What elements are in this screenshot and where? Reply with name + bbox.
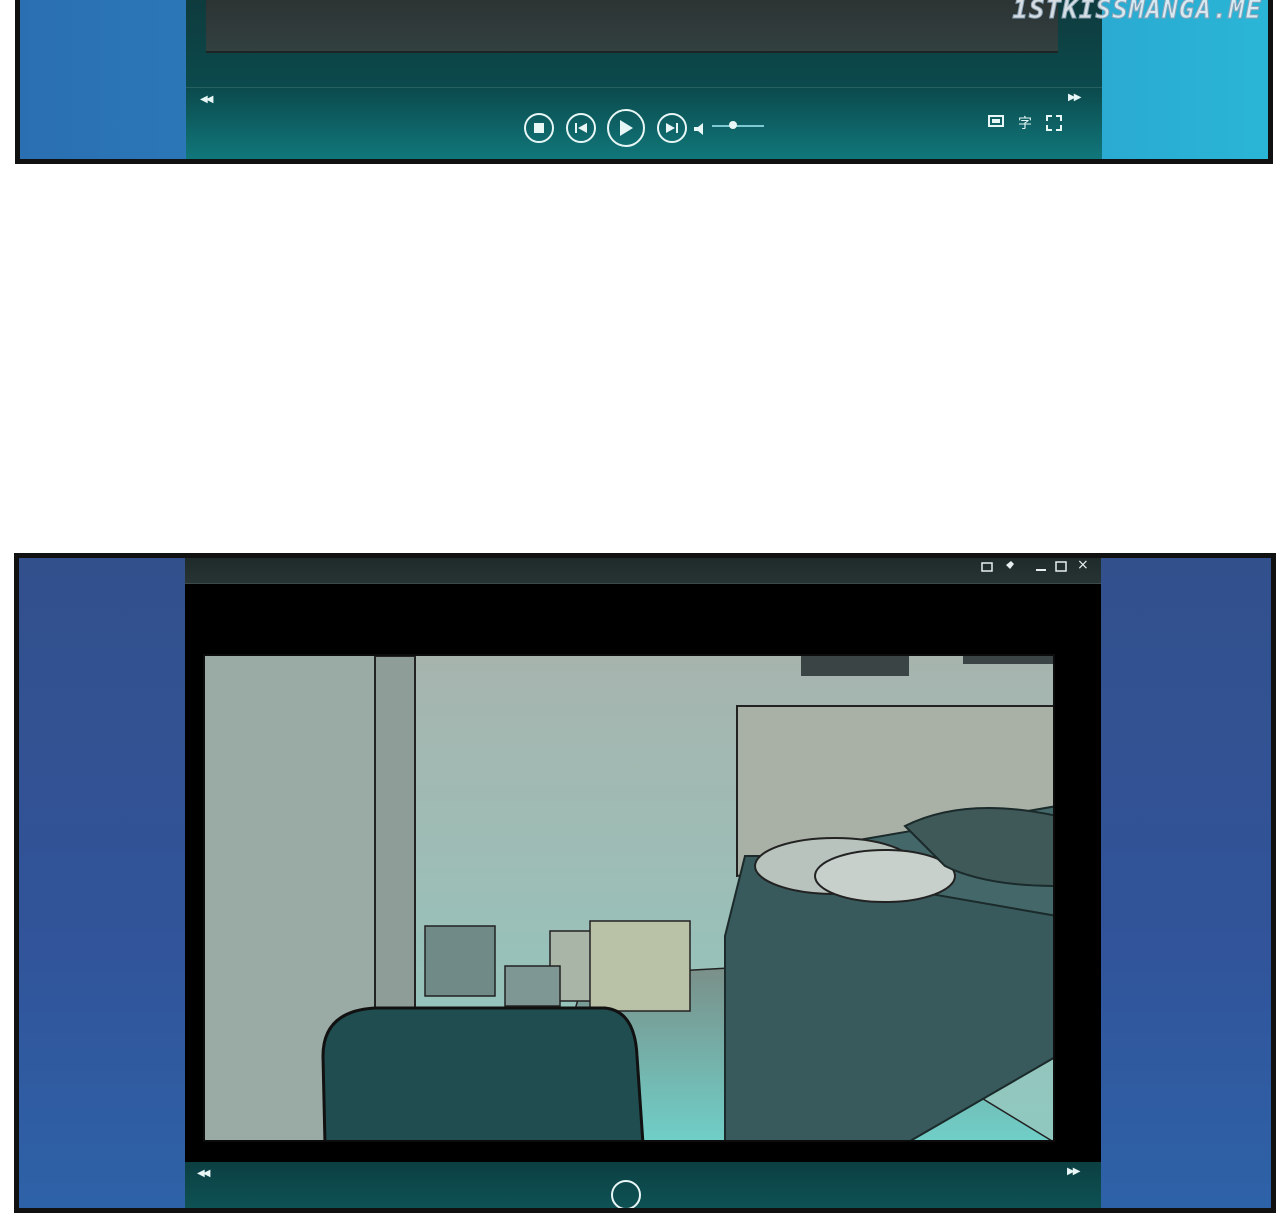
fast-forward-icon[interactable]: ▶▶ [1068, 92, 1081, 103]
previous-icon [575, 123, 587, 133]
play-button[interactable] [611, 1180, 641, 1208]
screen-icon[interactable] [988, 115, 1004, 133]
media-player-window: ◀◀ ▶▶ 字 [186, 0, 1102, 159]
fullscreen-icon[interactable] [1046, 115, 1062, 135]
control-bar: ◀◀ ▶▶ [185, 1162, 1101, 1208]
volume-icon[interactable] [694, 120, 706, 139]
next-button[interactable] [657, 113, 687, 143]
control-bar-divider [186, 87, 1102, 88]
previous-button[interactable] [566, 113, 596, 143]
close-icon[interactable]: × [1077, 558, 1089, 573]
video-screen [206, 0, 1058, 53]
minimize-icon[interactable] [1035, 560, 1047, 575]
stop-icon [534, 123, 544, 133]
pin-icon[interactable] [1003, 560, 1015, 575]
fast-forward-icon[interactable]: ▶▶ [1067, 1166, 1080, 1177]
rewind-icon[interactable]: ◀◀ [200, 94, 213, 105]
volume-knob[interactable] [728, 121, 737, 129]
bedroom-illustration [205, 656, 1053, 1140]
rewind-icon[interactable]: ◀◀ [197, 1168, 210, 1179]
subtitle-button[interactable]: 字 [1018, 113, 1032, 133]
watermark: 1STKISSMANGA.ME [1012, 0, 1262, 26]
top-panel: ◀◀ ▶▶ 字 1STKISSMANGA.ME [15, 0, 1273, 164]
window-icon[interactable] [981, 560, 993, 575]
play-icon [620, 120, 633, 136]
maximize-icon[interactable] [1055, 560, 1067, 575]
video-frame-bedroom-scene [203, 654, 1055, 1142]
volume-slider[interactable] [712, 125, 764, 127]
bottom-panel: × ◀◀ ▶▶ [14, 553, 1276, 1213]
stop-button[interactable] [524, 113, 554, 143]
next-icon [666, 123, 678, 133]
play-button[interactable] [607, 109, 645, 147]
media-player-window: × ◀◀ ▶▶ [185, 558, 1101, 1208]
title-bar: × [185, 558, 1101, 584]
